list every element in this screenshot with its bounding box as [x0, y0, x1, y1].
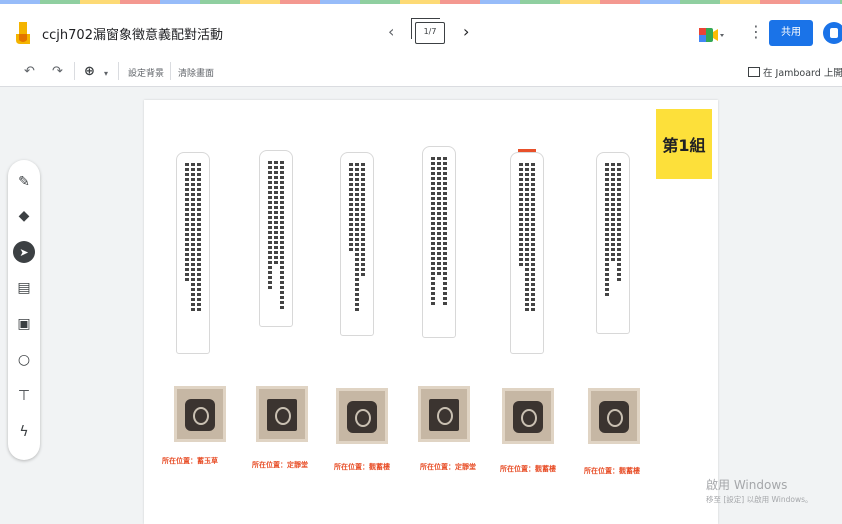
select-icon[interactable]: ➤ — [8, 236, 40, 268]
next-frame-icon[interactable]: › — [463, 22, 469, 41]
frame-indicator[interactable]: 1/7 — [411, 18, 445, 44]
text-card[interactable] — [510, 149, 544, 354]
text-card[interactable] — [596, 152, 630, 334]
laser-icon[interactable]: ϟ — [8, 416, 40, 448]
text-card[interactable] — [340, 152, 374, 336]
previous-frame-icon[interactable]: ‹ — [388, 22, 394, 41]
undo-icon[interactable]: ↶ — [24, 64, 35, 79]
card-marker — [518, 149, 536, 152]
photo-caption: 所在位置：觀蓄樓 — [500, 465, 556, 473]
window-photo[interactable] — [418, 386, 470, 442]
window-photo[interactable] — [336, 388, 388, 444]
photo-caption: 所在位置：定靜堂 — [252, 461, 308, 469]
set-background-button[interactable]: 設定背景 — [128, 66, 164, 79]
frame-counter: 1/7 — [423, 27, 437, 36]
shape-icon[interactable]: ○ — [8, 344, 40, 376]
text-box-icon[interactable]: ⊤ — [8, 380, 40, 412]
document-title[interactable]: ccjh702漏窗象徵意義配對活動 — [42, 24, 223, 43]
jam-canvas[interactable]: 第1組 所在位置：蓄玉草 所在位置：定靜堂 所在位置：觀蓄樓 所在位置：定靜堂 … — [144, 100, 718, 524]
toolbar-divider — [74, 62, 75, 80]
redo-icon[interactable]: ↷ — [52, 64, 63, 79]
share-label: 共用 — [781, 27, 801, 38]
window-photo[interactable] — [174, 386, 226, 442]
text-card[interactable] — [259, 150, 293, 327]
tool-panel: ✎ ◆ ➤ ▤ ▣ ○ ⊤ ϟ — [8, 160, 40, 460]
present-icon — [748, 67, 760, 77]
text-card[interactable] — [422, 146, 456, 338]
jamboard-logo — [16, 22, 30, 44]
text-card[interactable] — [176, 152, 210, 354]
header-accent-strip — [0, 0, 842, 4]
photo-caption: 所在位置：觀蓄樓 — [334, 463, 390, 471]
more-options-icon[interactable]: ⋮ — [748, 22, 764, 41]
photo-caption: 所在位置：定靜堂 — [420, 463, 476, 471]
eraser-icon[interactable]: ◆ — [8, 200, 40, 232]
window-photo[interactable] — [256, 386, 308, 442]
open-in-jamboard-label: 在 Jamboard 上開啟 — [763, 68, 842, 79]
sticky-note-icon[interactable]: ▤ — [8, 272, 40, 304]
share-button[interactable]: 共用 — [769, 20, 813, 46]
window-photo[interactable] — [588, 388, 640, 444]
account-avatar[interactable] — [823, 22, 842, 44]
toolbar-divider — [118, 62, 119, 80]
pen-icon[interactable]: ✎ — [8, 166, 40, 198]
toolbar-divider — [170, 62, 171, 80]
zoom-dropdown-icon[interactable]: ▾ — [104, 69, 108, 78]
clear-frame-button[interactable]: 清除畫面 — [178, 66, 214, 79]
activation-watermark-hint: 移至 [設定] 以啟用 Windows。 — [706, 495, 813, 504]
meet-icon[interactable] — [697, 26, 725, 44]
activation-watermark-title: 啟用 Windows — [706, 478, 788, 492]
zoom-icon[interactable]: ⊕ — [84, 64, 95, 79]
open-in-jamboard-button[interactable]: 在 Jamboard 上開啟 — [748, 65, 842, 79]
window-photo[interactable] — [502, 388, 554, 444]
image-icon[interactable]: ▣ — [8, 308, 40, 340]
photo-caption: 所在位置：觀蓄樓 — [584, 467, 640, 475]
sticky-note[interactable]: 第1組 — [656, 109, 712, 179]
photo-caption: 所在位置：蓄玉草 — [162, 457, 218, 465]
editing-toolbar — [0, 58, 842, 87]
